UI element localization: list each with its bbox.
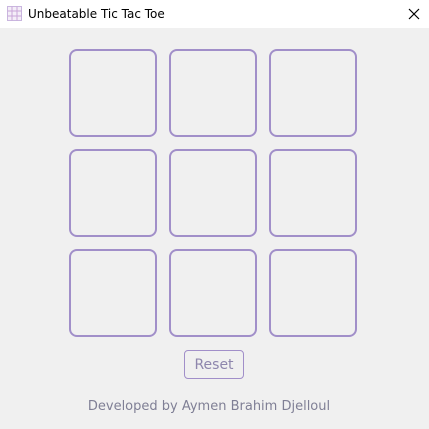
board-cell-4[interactable] (69, 149, 157, 237)
board-cell-1[interactable] (69, 49, 157, 137)
board-cell-5[interactable] (169, 149, 257, 237)
title-bar: Unbeatable Tic Tac Toe (0, 0, 429, 28)
developer-credit: Developed by Aymen Brahim Djelloul (87, 399, 331, 414)
window-title: Unbeatable Tic Tac Toe (28, 7, 165, 21)
reset-button[interactable]: Reset (184, 350, 244, 379)
board-cell-9[interactable] (269, 249, 357, 337)
board-cell-6[interactable] (269, 149, 357, 237)
app-window: Unbeatable Tic Tac Toe Reset Developed b… (0, 0, 429, 429)
board-cell-3[interactable] (269, 49, 357, 137)
game-board (69, 49, 357, 337)
grid-app-icon (7, 6, 22, 21)
close-button[interactable] (399, 0, 429, 28)
close-icon (408, 8, 420, 20)
board-cell-2[interactable] (169, 49, 257, 137)
board-cell-8[interactable] (169, 249, 257, 337)
board-cell-7[interactable] (69, 249, 157, 337)
